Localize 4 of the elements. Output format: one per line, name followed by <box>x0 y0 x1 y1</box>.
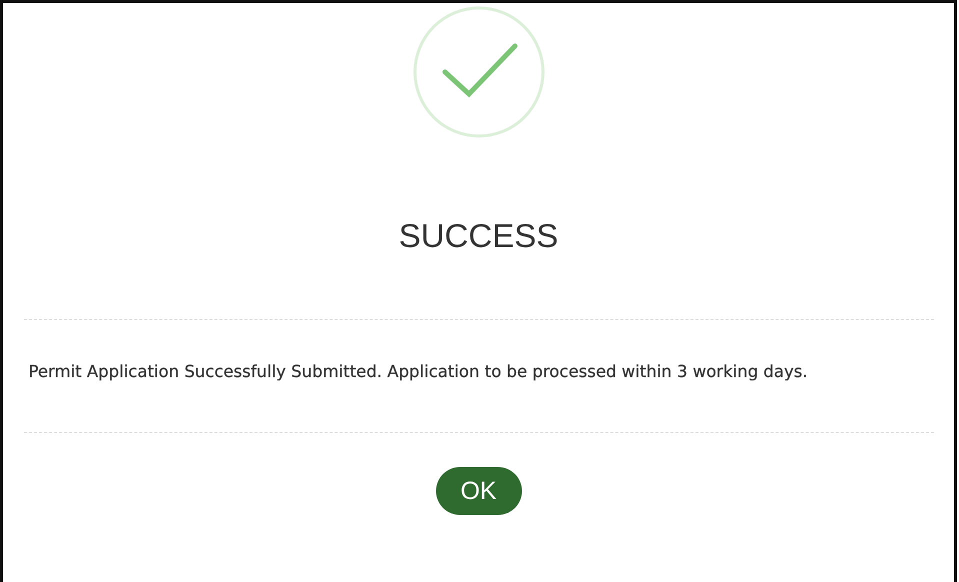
dialog-title: SUCCESS <box>398 217 558 255</box>
dialog-message: Permit Application Successfully Submitted. Application to be processed within 3 working days. <box>28 361 809 383</box>
ok-button[interactable]: OK <box>436 467 522 515</box>
success-check-icon <box>412 6 544 138</box>
